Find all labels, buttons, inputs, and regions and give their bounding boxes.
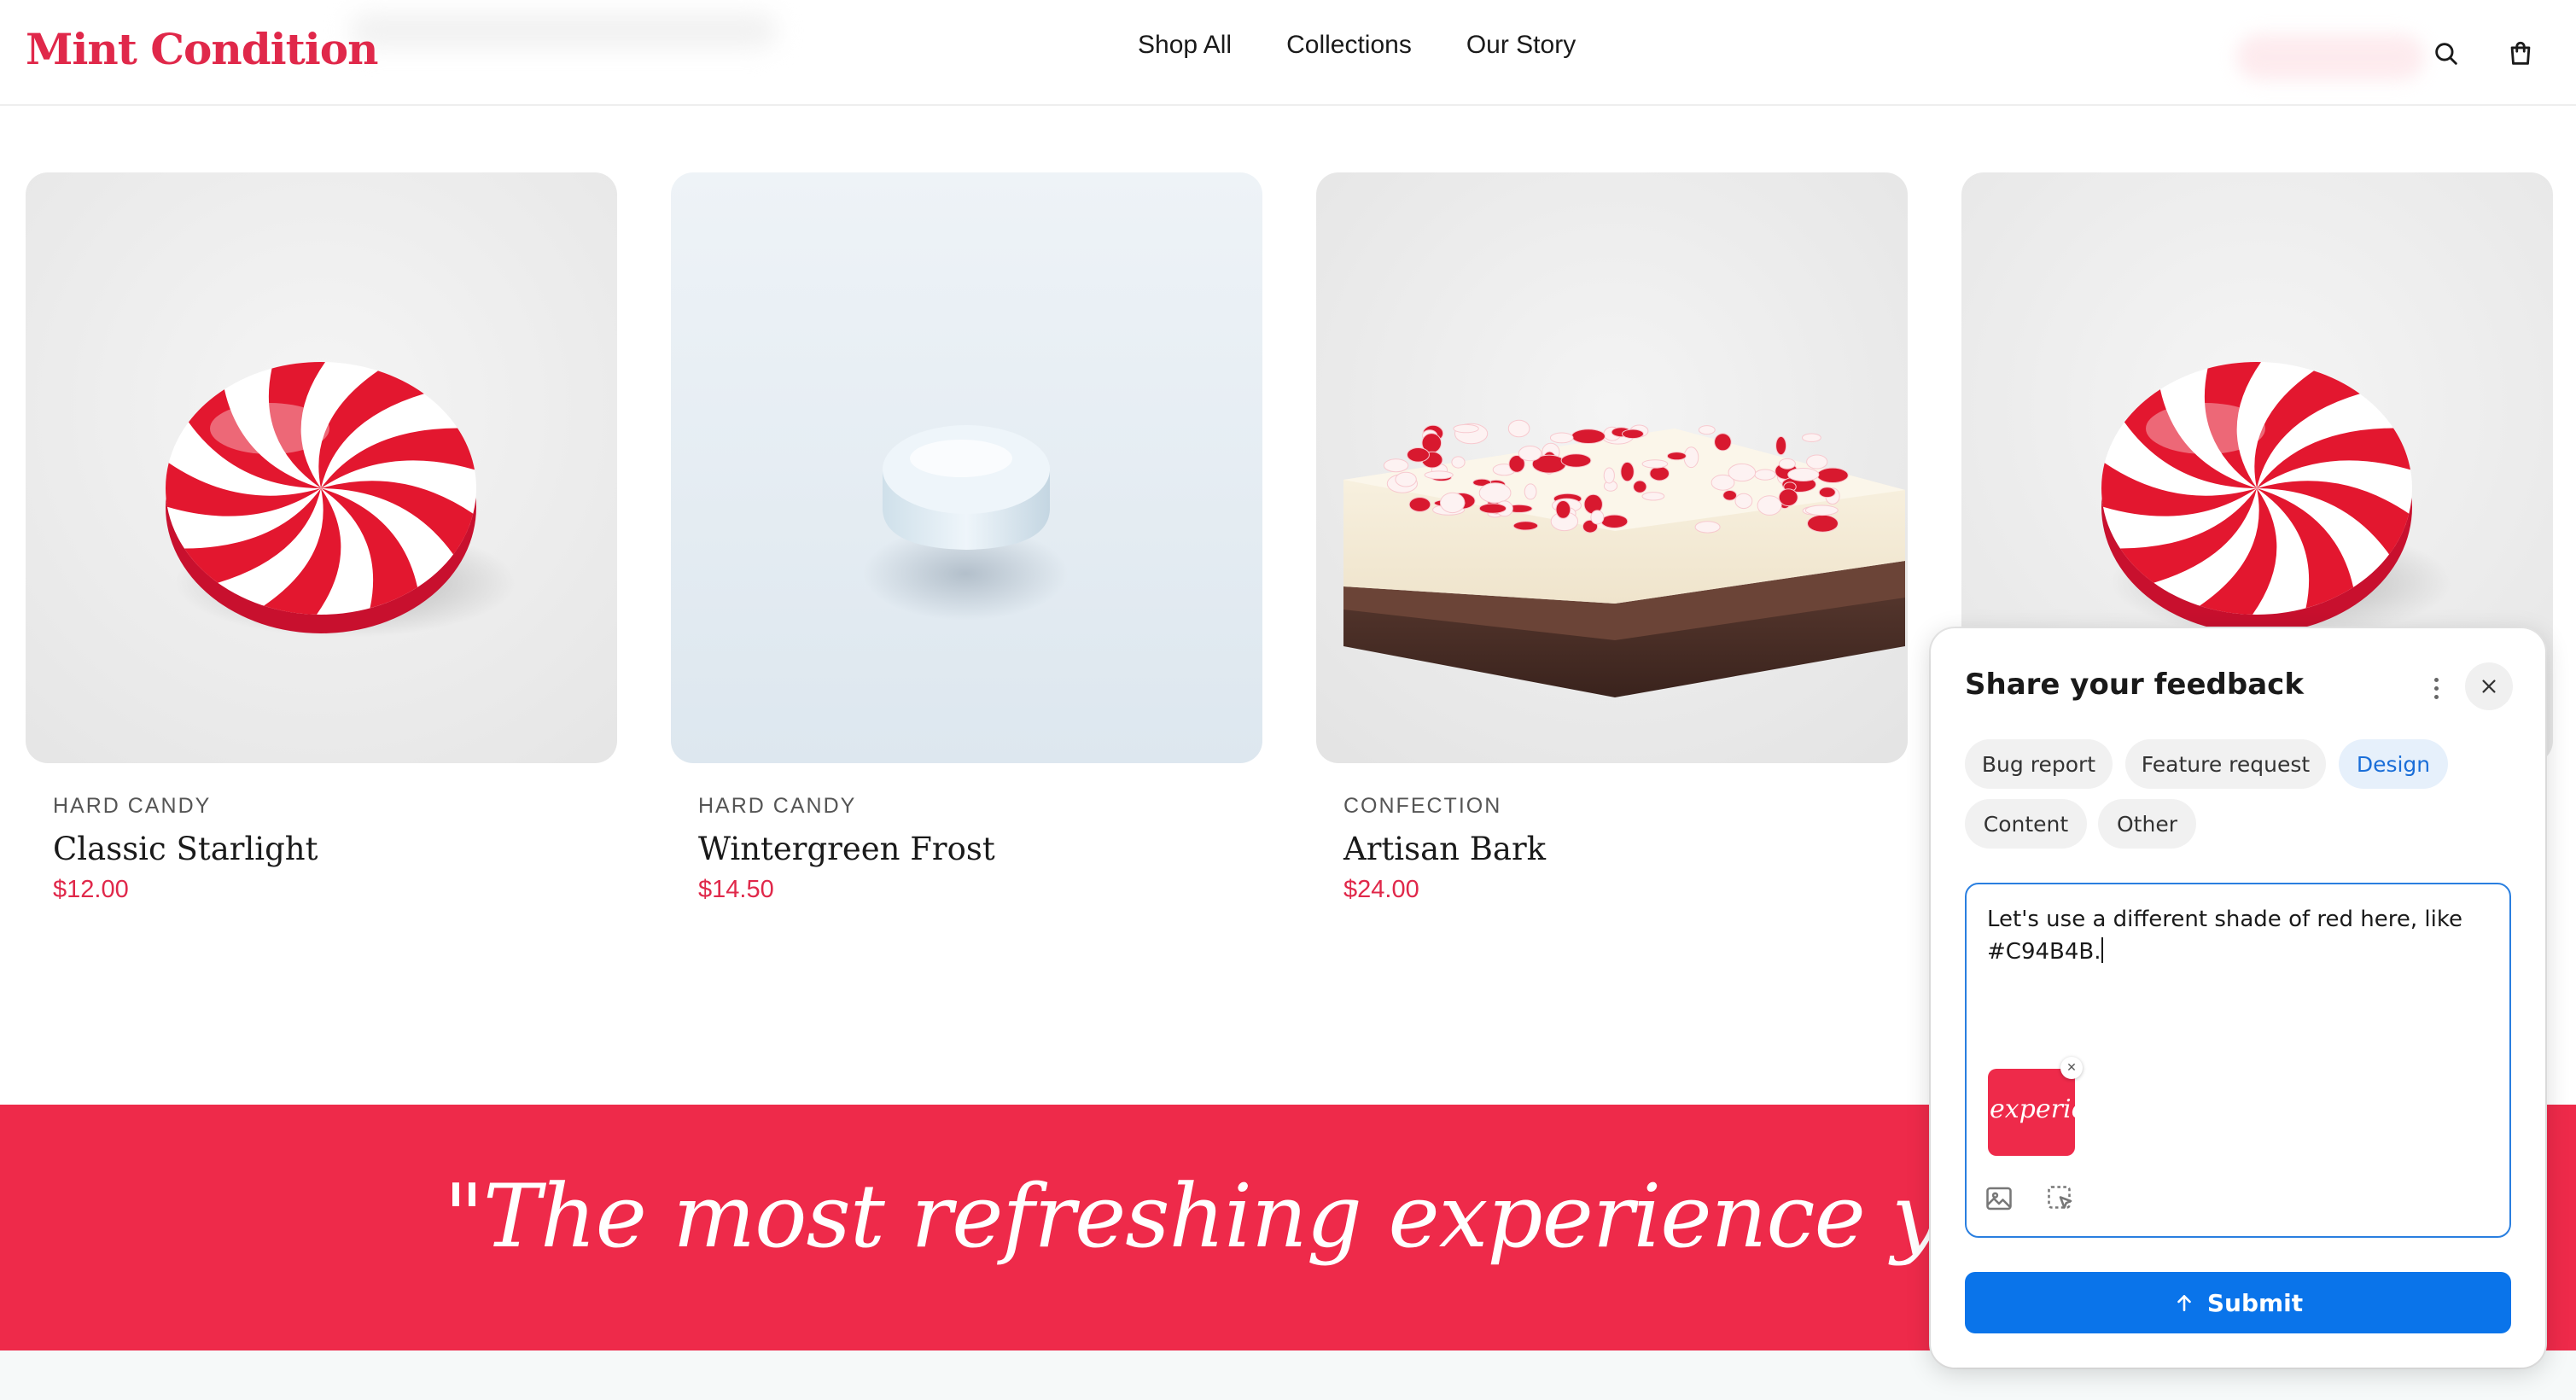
text-caret <box>2101 937 2103 963</box>
nav-our-story[interactable]: Our Story <box>1466 31 1576 60</box>
attachment-preview-text: experie <box>1990 1094 2075 1124</box>
blurred-header-button <box>2236 34 2424 80</box>
shopping-bag-icon[interactable] <box>2501 34 2540 73</box>
product-category: HARD CANDY <box>53 794 212 818</box>
chip-feature-request[interactable]: Feature request <box>2125 739 2326 789</box>
brand-logo[interactable]: Mint Condition <box>26 24 378 74</box>
product-price: $14.50 <box>698 876 774 903</box>
submit-label: Submit <box>2206 1288 2304 1317</box>
product-card[interactable]: CONFECTION Artisan Bark $24.00 <box>1316 172 1908 904</box>
close-icon[interactable] <box>2465 662 2513 710</box>
product-price: $24.00 <box>1343 876 1419 903</box>
attachment-thumbnail[interactable]: experie <box>1988 1069 2075 1156</box>
product-image-peppermint-bark[interactable] <box>1316 172 1908 763</box>
product-category: HARD CANDY <box>698 794 857 818</box>
product-category: CONFECTION <box>1343 794 1502 818</box>
submit-button[interactable]: Submit <box>1965 1272 2511 1333</box>
feedback-message: Let's use a different shade of red here,… <box>1987 907 2462 965</box>
nav-collections[interactable]: Collections <box>1286 31 1412 60</box>
chip-other[interactable]: Other <box>2098 799 2196 849</box>
arrow-up-icon <box>2177 1295 2191 1311</box>
feedback-title: Share your feedback <box>1965 668 2304 702</box>
screenshot-select-icon[interactable] <box>2042 1180 2079 1217</box>
product-price: $12.00 <box>53 876 129 903</box>
main-nav: Shop All Collections Our Story <box>1138 31 1576 60</box>
product-name[interactable]: Classic Starlight <box>53 831 617 867</box>
product-image-white-mint[interactable] <box>671 172 1262 763</box>
product-name[interactable]: Wintergreen Frost <box>698 831 1262 867</box>
chip-bug-report[interactable]: Bug report <box>1965 739 2113 789</box>
image-icon[interactable] <box>1980 1180 2018 1217</box>
nav-shop-all[interactable]: Shop All <box>1138 31 1232 60</box>
product-image-peppermint-swirl[interactable] <box>26 172 617 763</box>
blurred-announcement <box>350 14 777 48</box>
more-vertical-icon[interactable] <box>2421 671 2451 705</box>
product-card[interactable]: HARD CANDY Classic Starlight $12.00 <box>26 172 617 904</box>
search-icon[interactable] <box>2427 34 2466 73</box>
remove-attachment-icon[interactable]: ✕ <box>2060 1057 2083 1079</box>
feedback-panel: Share your feedback Bug report Feature r… <box>1931 628 2545 1368</box>
chip-content[interactable]: Content <box>1965 799 2087 849</box>
site-header: Mint Condition Shop All Collections Our … <box>0 0 2576 106</box>
product-name[interactable]: Artisan Bark <box>1343 831 1908 867</box>
feedback-textarea[interactable]: Let's use a different shade of red here,… <box>1965 883 2511 1238</box>
chip-design[interactable]: Design <box>2339 739 2448 789</box>
product-card[interactable]: HARD CANDY Wintergreen Frost $14.50 <box>671 172 1262 904</box>
